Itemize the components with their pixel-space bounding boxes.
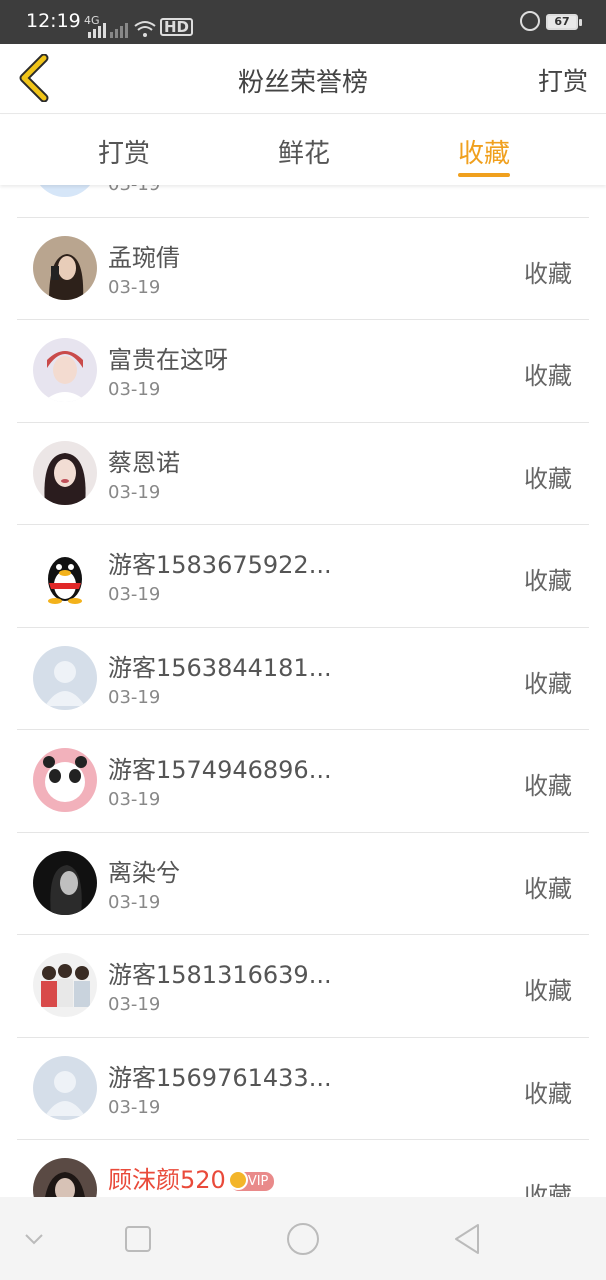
avatar xyxy=(33,440,97,505)
crown-icon xyxy=(227,1169,248,1190)
avatar xyxy=(33,185,97,197)
date-label: 03-19 xyxy=(108,686,161,708)
battery-icon: 67 xyxy=(546,14,582,30)
avatar xyxy=(33,338,97,402)
date-label: 03-19 xyxy=(108,481,161,503)
action-label: 收藏 xyxy=(524,874,572,903)
avatar xyxy=(33,953,97,1017)
signal-icon xyxy=(88,23,128,38)
default-user-icon xyxy=(33,1055,97,1120)
date-label: 03-19 xyxy=(108,276,161,298)
home-icon[interactable] xyxy=(285,1221,321,1257)
action-label: 收藏 xyxy=(524,464,572,493)
action-label: 收藏 xyxy=(524,669,572,698)
qq-penguin-icon xyxy=(33,543,97,607)
user-name-text: 顾沫颜520 xyxy=(108,1166,226,1194)
list-item[interactable]: 游客1574946896... 03-19 收藏 xyxy=(17,730,589,833)
list-item[interactable]: 游客1581316639... 03-19 收藏 xyxy=(17,935,589,1038)
user-name: 孟琬倩 xyxy=(108,243,180,272)
user-name: 游客1569761433... xyxy=(108,1063,332,1092)
list-item[interactable]: 游客1583675922... 03-19 收藏 xyxy=(17,525,589,628)
tab-label: 收藏 xyxy=(458,139,511,169)
hd-label: HD xyxy=(160,18,194,36)
back-triangle-icon[interactable] xyxy=(450,1221,486,1257)
tab-bar: 打赏 鲜花 收藏 xyxy=(0,115,606,185)
action-label: 收藏 xyxy=(524,567,572,595)
tab-label: 鲜花 xyxy=(278,139,331,169)
fan-list[interactable]: 03-19 收藏 孟琬倩 03-19 收藏 富贵在这呀 03-19 收藏 蔡恩诺… xyxy=(0,185,606,1197)
reward-button[interactable]: 打赏 xyxy=(538,62,588,98)
active-tab-indicator xyxy=(458,173,511,177)
avatar xyxy=(33,235,97,300)
date-label: 03-19 xyxy=(108,891,161,913)
user-name: 顾沫颜520 VIP xyxy=(108,1160,275,1195)
user-name: 富贵在这呀 xyxy=(108,346,228,374)
list-item[interactable]: 富贵在这呀 03-19 收藏 xyxy=(17,320,589,423)
vip-label: VIP xyxy=(247,1173,269,1189)
tab-flowers[interactable]: 鲜花 xyxy=(278,133,330,170)
user-name: 游客1581316639... xyxy=(108,961,332,989)
avatar xyxy=(33,850,97,915)
wifi-icon xyxy=(134,21,156,37)
avatar xyxy=(33,1158,97,1197)
user-name: 游客1563844181... xyxy=(108,653,332,682)
status-bar: 12:19 4G HD 67 xyxy=(0,0,606,44)
tab-reward[interactable]: 打赏 xyxy=(98,133,150,170)
list-item[interactable]: 蔡恩诺 03-19 收藏 xyxy=(17,423,589,525)
app-header: 粉丝荣誉榜 打赏 xyxy=(0,44,606,114)
action-label: 收藏 xyxy=(524,772,572,800)
user-name: 蔡恩诺 xyxy=(108,448,180,477)
user-name: 离染兮 xyxy=(108,858,180,887)
action-label: 收藏 xyxy=(524,977,572,1005)
user-name: 游客1583675922... xyxy=(108,551,332,579)
user-name: 游客1574946896... xyxy=(108,756,332,784)
date-label: 03-19 xyxy=(108,379,161,400)
action-label: 收藏 xyxy=(524,185,572,186)
tab-favorites[interactable]: 收藏 xyxy=(458,133,511,177)
tab-label: 打赏 xyxy=(98,139,151,169)
date-label: 03-19 xyxy=(108,1096,161,1118)
date-label: 03-19 xyxy=(108,994,161,1015)
page-title: 粉丝荣誉榜 xyxy=(237,68,368,98)
action-label: 收藏 xyxy=(524,362,572,390)
date-label: 03-19 xyxy=(108,584,161,605)
status-time: 12:19 xyxy=(26,10,81,32)
list-item[interactable]: 离染兮 03-19 收藏 xyxy=(17,833,589,935)
vip-badge: VIP xyxy=(227,1169,275,1191)
date-label: 03-19 xyxy=(108,185,160,195)
list-item[interactable]: 孟琬倩 03-19 收藏 xyxy=(17,218,589,320)
recent-apps-icon[interactable] xyxy=(120,1221,156,1257)
system-nav-bar xyxy=(0,1197,606,1280)
list-item[interactable]: 游客1569761433... 03-19 收藏 xyxy=(17,1038,589,1140)
chevron-down-icon[interactable] xyxy=(16,1221,52,1257)
action-label: 收藏 xyxy=(524,1079,572,1108)
list-item[interactable]: 03-19 收藏 xyxy=(17,185,589,218)
default-user-icon xyxy=(33,645,97,710)
list-item[interactable]: 游客1563844181... 03-19 收藏 xyxy=(17,628,589,730)
avatar xyxy=(33,748,97,812)
alarm-icon xyxy=(520,11,540,31)
list-item[interactable]: 顾沫颜520 VIP 收藏 xyxy=(17,1140,589,1197)
date-label: 03-19 xyxy=(108,789,161,810)
action-label: 收藏 xyxy=(524,259,572,288)
action-label: 收藏 xyxy=(524,1182,572,1197)
